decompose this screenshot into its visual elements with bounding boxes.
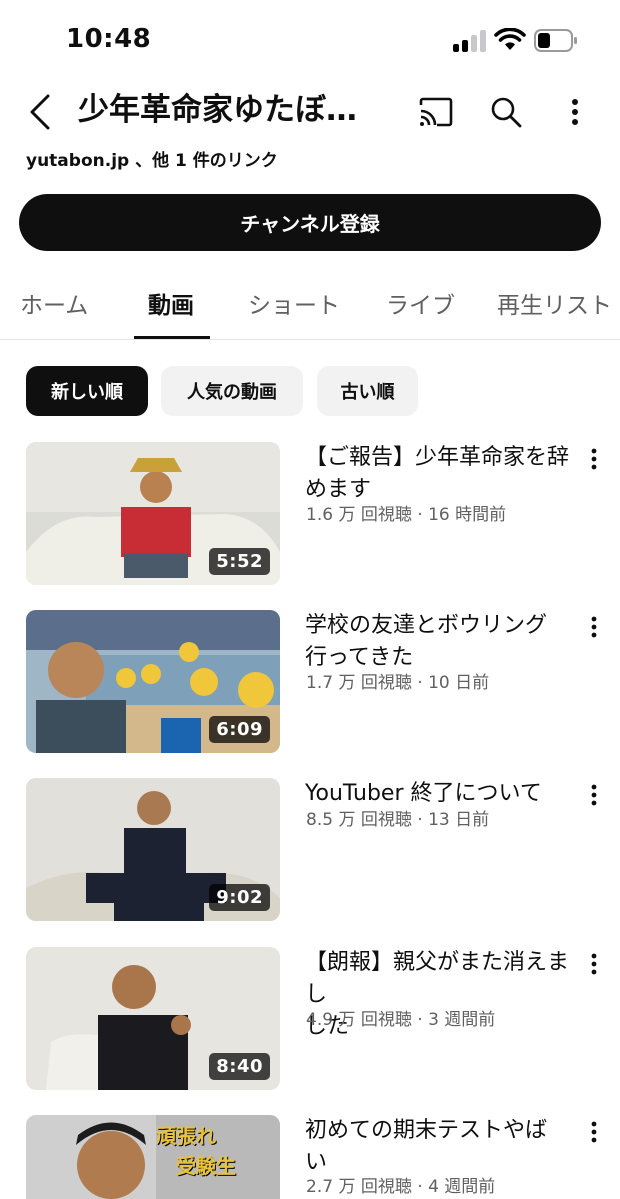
more-vert-icon (591, 616, 597, 638)
view-count: 8.5 万 回視聴 (306, 810, 412, 830)
upload-age: 4 週間前 (428, 1177, 496, 1197)
video-title[interactable]: 【ご報告】少年革命家を辞 めます (305, 442, 575, 506)
meta-separator: · (411, 1177, 429, 1197)
meta-separator: · (411, 1010, 429, 1030)
video-thumbnail[interactable]: 6:09 (26, 610, 280, 753)
cast-button[interactable] (414, 90, 458, 134)
status-time: 10:48 (66, 24, 152, 54)
video-title[interactable]: 初めての期末テストやば い (305, 1115, 575, 1179)
video-item[interactable]: 9:02 YouTuber 終了について 8.5 万 回視聴 · 13 日前 (0, 778, 620, 928)
view-count: 1.7 万 回視聴 (306, 673, 412, 693)
video-thumbnail[interactable]: 8:40 (26, 947, 280, 1090)
video-title-line: 学校の友達とボウリング (305, 613, 548, 638)
tab-shorts[interactable]: ショート (248, 286, 340, 320)
channel-title: 少年革命家ゆたぼ… (78, 92, 357, 128)
status-bar: 10:48 (0, 0, 620, 80)
video-meta: 4.9 万 回視聴 · 3 週間前 (306, 1005, 495, 1030)
subscribe-button[interactable]: チャンネル登録 (19, 194, 601, 251)
tab-live[interactable]: ライブ (386, 286, 455, 320)
video-duration: 5:52 (209, 548, 270, 575)
meta-separator: · (411, 505, 429, 525)
meta-separator: · (411, 673, 429, 693)
video-meta: 2.7 万 回視聴 · 4 週間前 (306, 1172, 495, 1197)
video-thumbnail[interactable]: 頑張れ 受験生 (26, 1115, 280, 1199)
tab-home[interactable]: ホーム (20, 286, 88, 320)
thumbnail-overlay-text: 頑張れ 受験生 (156, 1121, 236, 1181)
view-count: 4.9 万 回視聴 (306, 1010, 412, 1030)
video-duration: 6:09 (209, 716, 270, 743)
upload-age: 13 日前 (428, 810, 490, 830)
video-menu-button[interactable] (582, 949, 606, 979)
wifi-icon (494, 27, 526, 52)
cellular-signal-icon (453, 30, 487, 52)
thumbnail-image (26, 1115, 280, 1199)
video-duration: 8:40 (209, 1053, 270, 1080)
video-item[interactable]: 頑張れ 受験生 初めての期末テストやば い 2.7 万 回視聴 · 4 週間前 (0, 1115, 620, 1199)
more-vert-icon (591, 953, 597, 975)
more-vert-icon (591, 784, 597, 806)
video-title-line: 初めての期末テストやば (305, 1118, 548, 1143)
video-item[interactable]: 8:40 【朗報】親父がまた消えまし した 4.9 万 回視聴 · 3 週間前 (0, 947, 620, 1097)
meta-separator: · (411, 810, 429, 830)
video-thumbnail[interactable]: 5:52 (26, 442, 280, 585)
active-tab-indicator (134, 336, 210, 339)
back-arrow-icon (30, 94, 50, 130)
more-vert-icon (591, 1121, 597, 1143)
back-button[interactable] (20, 88, 60, 136)
video-meta: 1.7 万 回視聴 · 10 日前 (306, 668, 489, 693)
more-options-button[interactable] (555, 90, 595, 134)
channel-links[interactable]: yutabon.jp 、他 1 件のリンク (26, 146, 278, 171)
view-count: 1.6 万 回視聴 (306, 505, 412, 525)
video-title[interactable]: 学校の友達とボウリング 行ってきた (305, 610, 575, 674)
video-meta: 8.5 万 回視聴 · 13 日前 (306, 805, 489, 830)
video-menu-button[interactable] (582, 780, 606, 810)
tab-videos[interactable]: 動画 (148, 286, 194, 320)
video-duration: 9:02 (209, 884, 270, 911)
video-thumbnail[interactable]: 9:02 (26, 778, 280, 921)
video-item[interactable]: 5:52 【ご報告】少年革命家を辞 めます 1.6 万 回視聴 · 16 時間前 (0, 442, 620, 592)
video-meta: 1.6 万 回視聴 · 16 時間前 (306, 500, 506, 525)
overlay-line: 受験生 (176, 1154, 236, 1178)
search-icon (491, 97, 522, 128)
view-count: 2.7 万 回視聴 (306, 1177, 412, 1197)
overlay-line: 頑張れ (156, 1124, 216, 1148)
video-menu-button[interactable] (582, 1117, 606, 1147)
upload-age: 10 日前 (428, 673, 490, 693)
channel-tabs: ホーム 動画 ショート ライブ 再生リスト (0, 270, 620, 340)
more-vert-icon (572, 99, 578, 125)
upload-age: 3 週間前 (428, 1010, 496, 1030)
battery-icon (534, 29, 578, 52)
channel-header: 少年革命家ゆたぼ… (0, 80, 620, 144)
video-title-line: 【ご報告】少年革命家を辞 (305, 445, 570, 470)
chip-popular[interactable]: 人気の動画 (161, 366, 303, 416)
more-vert-icon (591, 448, 597, 470)
chip-oldest[interactable]: 古い順 (317, 366, 418, 416)
video-title-line: 【朗報】親父がまた消えまし (305, 950, 570, 1007)
tab-playlists[interactable]: 再生リスト (497, 286, 612, 320)
video-item[interactable]: 6:09 学校の友達とボウリング 行ってきた 1.7 万 回視聴 · 10 日前 (0, 610, 620, 760)
search-button[interactable] (484, 90, 528, 134)
video-menu-button[interactable] (582, 612, 606, 642)
video-menu-button[interactable] (582, 444, 606, 474)
upload-age: 16 時間前 (428, 505, 507, 525)
cast-icon (419, 97, 453, 127)
chip-newest[interactable]: 新しい順 (26, 366, 148, 416)
